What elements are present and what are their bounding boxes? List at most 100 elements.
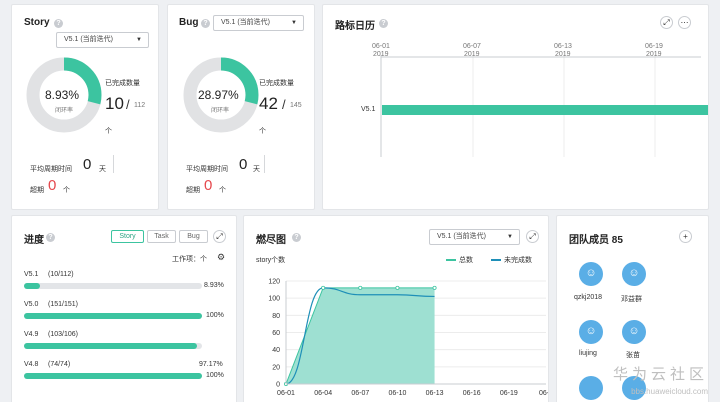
help-icon[interactable]: ?: [54, 19, 63, 28]
story-overdue-label: 超期: [30, 187, 44, 194]
bug-closed-label: 闭环率: [211, 108, 230, 114]
x-tick-label: 06-2: [539, 390, 549, 397]
watermark: 华为云社区: [612, 366, 708, 383]
story-done: 10: [105, 94, 124, 113]
progress-item-name: V4.8: [24, 361, 39, 368]
avatar[interactable]: ☺: [579, 262, 603, 286]
tab-story[interactable]: Story: [111, 230, 144, 243]
bug-done-label: 已完成数量: [259, 80, 294, 87]
progress-fill-1: [24, 313, 202, 319]
y-tick-label: 80: [272, 313, 280, 320]
burndown-chart: 0 20 40 60 80 100 120 06-01 06-04 06-07 06-10 06-13…: [268, 279, 549, 398]
member-name: 张苗: [626, 352, 640, 359]
y-tick-label: 100: [268, 296, 280, 303]
smile-icon: ☺: [585, 267, 597, 279]
calendar-date-1: 06-07: [463, 43, 481, 50]
progress-floating-pct: 97.17%: [199, 361, 223, 368]
watermark-url: bbs.huaweicloud.com: [631, 387, 708, 396]
story-slash: /: [126, 97, 130, 112]
bug-done: 42: [259, 94, 278, 113]
story-avg-value: 0: [83, 156, 92, 173]
progress-item-count: (103/106): [48, 331, 78, 338]
calendar-bar-v5.1: [382, 105, 708, 115]
legend-open-swatch: [491, 259, 501, 261]
story-unit: 个: [105, 128, 112, 135]
tab-task[interactable]: Task: [147, 230, 176, 243]
smile-icon: ☺: [628, 267, 640, 279]
bug-overdue-value: 0: [204, 177, 213, 194]
y-tick-label: 40: [272, 347, 280, 354]
expand-icon[interactable]: ⤢: [213, 230, 226, 243]
legend-total-swatch: [446, 259, 456, 261]
calendar-grid: [380, 55, 708, 157]
x-tick-label: 06-07: [351, 390, 369, 397]
burndown-card: 燃尽图 ? V5.1 (当前迭代) ▼ ⤢ story个数 总数 未完成数 0 20…: [243, 215, 549, 402]
progress-item-pct: 100%: [206, 372, 224, 379]
bug-card: Bug ? V5.1 (当前迭代) ▼ 28.97% 闭环率 已完成数量 42 /…: [167, 4, 315, 210]
smile-icon: ☺: [585, 325, 597, 337]
story-done-label: 已完成数量: [105, 80, 140, 87]
calendar-row-label: V5.1: [361, 106, 376, 113]
story-total: 112: [134, 102, 146, 109]
member-name: liujing: [579, 350, 597, 357]
x-tick-label: 06-10: [388, 390, 406, 397]
progress-bar-2: [24, 343, 202, 349]
story-pct: 8.93%: [45, 88, 80, 102]
calendar-year-0: 2019: [373, 51, 389, 58]
help-icon[interactable]: ?: [46, 233, 55, 242]
calendar-year-3: 2019: [646, 51, 662, 58]
point-total: [395, 285, 400, 290]
progress-item-pct: 100%: [206, 312, 224, 319]
settings-icon[interactable]: ⚙: [217, 252, 225, 263]
story-title: Story: [24, 17, 50, 28]
x-tick-label: 06-04: [314, 390, 332, 397]
story-card: Story ? V5.1 (当前迭代) ▼ 8.93% 闭环率 已完成数量 10 …: [11, 4, 159, 210]
roadmap-calendar-card: 路标日历 ? ⤢ ⋯ 06-01 2019 06-07 2019 06-13 2…: [322, 4, 709, 210]
x-tick-label: 06-13: [426, 390, 444, 397]
help-icon[interactable]: ?: [201, 19, 210, 28]
burndown-title: 燃尽图: [256, 235, 286, 246]
avatar[interactable]: ☺: [622, 262, 646, 286]
calendar-year-1: 2019: [464, 51, 480, 58]
bug-overdue-label: 超期: [186, 187, 200, 194]
y-tick-label: 0: [276, 382, 280, 389]
member-name: 邓益群: [621, 296, 642, 303]
progress-bar-3: [24, 373, 202, 379]
tab-bug[interactable]: Bug: [179, 230, 208, 243]
burndown-iteration-select[interactable]: V5.1 (当前迭代) ▼: [429, 229, 520, 245]
progress-title: 进度: [24, 235, 44, 246]
avatar[interactable]: ☺: [579, 320, 603, 344]
progress-fill-2: [24, 343, 197, 349]
help-icon[interactable]: ?: [292, 233, 301, 242]
calendar-date-3: 06-19: [645, 43, 663, 50]
point-total: [321, 285, 326, 290]
avatar[interactable]: ☺: [622, 320, 646, 344]
x-tick-label: 06-19: [500, 390, 518, 397]
progress-item-name: V5.0: [24, 301, 39, 308]
progress-bar-1: [24, 313, 202, 319]
bug-title: Bug: [179, 17, 199, 28]
add-member-icon[interactable]: +: [679, 230, 692, 243]
progress-item-count: (10/112): [48, 271, 74, 278]
calendar-date-2: 06-13: [554, 43, 572, 50]
team-title: 团队成员 85: [569, 235, 623, 246]
bug-avg-value: 0: [239, 156, 248, 173]
bug-unit: 个: [259, 128, 266, 135]
calendar-date-0: 06-01: [372, 43, 390, 50]
y-tick-label: 60: [272, 330, 280, 337]
avatar[interactable]: [579, 376, 603, 400]
story-avg-label: 平均周期时间: [30, 166, 72, 173]
story-closed-label: 闭环率: [55, 108, 74, 114]
x-tick-label: 06-01: [277, 390, 295, 397]
bug-total: 145: [290, 102, 302, 109]
point-total: [358, 285, 363, 290]
bug-overdue-unit: 个: [219, 187, 226, 194]
progress-item-pct: 8.93%: [204, 282, 224, 289]
divider: [113, 155, 114, 173]
bug-avg-unit: 天: [253, 166, 260, 173]
smile-icon: ☺: [628, 325, 640, 337]
bug-iteration-select[interactable]: V5.1 (当前迭代) ▼: [213, 15, 304, 31]
member-name: qzkj2018: [574, 294, 603, 301]
expand-icon[interactable]: ⤢: [526, 230, 539, 243]
story-iteration-select[interactable]: V5.1 (当前迭代) ▼: [56, 32, 149, 48]
